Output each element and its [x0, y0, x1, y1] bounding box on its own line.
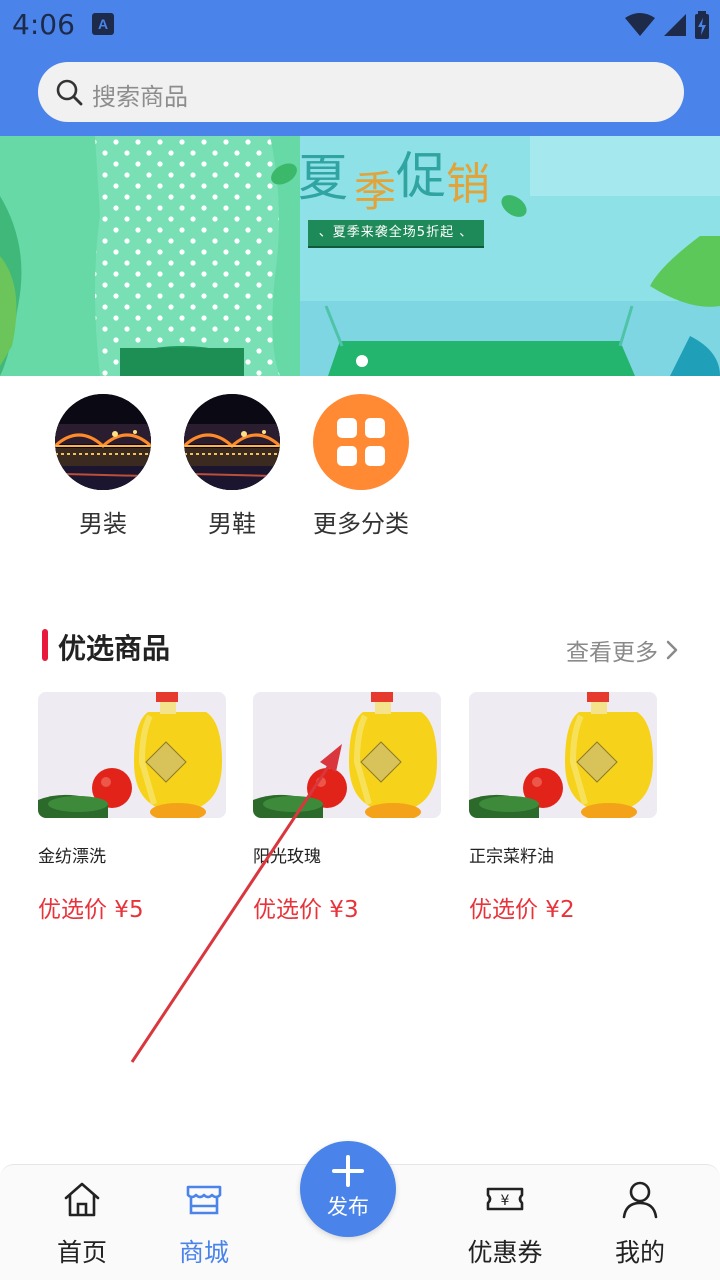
- category-row: 男装 男鞋 更多分类: [0, 376, 720, 546]
- promo-banner[interactable]: 夏 季 促 销 、夏季来袭全场5折起 、: [0, 136, 720, 376]
- banner-subtitle: 、夏季来袭全场5折起 、: [308, 220, 484, 246]
- category-item-mens-shoes[interactable]: 男鞋: [177, 394, 287, 544]
- product-name: 金纺漂洗: [38, 847, 106, 867]
- category-item-more[interactable]: 更多分类: [306, 394, 416, 544]
- product-image: [469, 692, 657, 818]
- status-icons: [624, 10, 710, 40]
- publish-button[interactable]: 发布: [300, 1141, 396, 1237]
- category-image: [55, 394, 151, 490]
- product-image: [38, 692, 226, 818]
- banner-title-char: 季: [354, 167, 397, 216]
- section-accent-bar: [42, 629, 48, 661]
- battery-charging-icon: [695, 11, 709, 39]
- coupon-icon: ¥: [486, 1187, 524, 1211]
- product-name: 阳光玫瑰: [253, 847, 321, 867]
- banner-title-char: 销: [446, 159, 490, 210]
- grid-icon: [337, 418, 385, 466]
- svg-text:¥: ¥: [501, 1193, 510, 1209]
- search-input[interactable]: 搜索商品: [38, 62, 684, 122]
- product-image: [253, 692, 441, 818]
- category-label: 男装: [79, 510, 127, 538]
- banner-title-char: 促: [396, 147, 446, 205]
- banner-page-indicator[interactable]: [356, 355, 368, 367]
- product-card[interactable]: 金纺漂洗 优选价 ¥5: [38, 692, 226, 932]
- nav-item-coupons[interactable]: ¥ 优惠券: [445, 1165, 565, 1280]
- nav-label: 首页: [56, 1238, 107, 1267]
- home-icon: [64, 1182, 100, 1217]
- category-image: [313, 394, 409, 490]
- view-more-link[interactable]: 查看更多: [566, 633, 678, 667]
- chevron-right-icon: [666, 640, 678, 660]
- product-card[interactable]: 阳光玫瑰 优选价 ¥3: [253, 692, 441, 932]
- status-time: 4:06: [12, 8, 75, 41]
- nav-label: 商城: [178, 1238, 229, 1267]
- a-icon: A: [92, 13, 114, 35]
- nav-item-profile[interactable]: 我的: [580, 1165, 700, 1280]
- search-icon: [56, 79, 83, 106]
- nav-label: 优惠券: [467, 1238, 543, 1267]
- product-price: 优选价 ¥5: [38, 897, 144, 923]
- signal-icon: [664, 14, 686, 36]
- banner-title-char: 夏: [298, 149, 348, 207]
- section-title: 优选商品: [58, 632, 171, 665]
- nav-item-home[interactable]: 首页: [22, 1165, 142, 1280]
- status-bar: 4:06 A: [0, 0, 720, 52]
- category-image: [184, 394, 280, 490]
- plus-icon: [332, 1155, 364, 1187]
- category-item-mens-clothing[interactable]: 男装: [48, 394, 158, 544]
- store-icon: [186, 1185, 222, 1215]
- header: 4:06 A 搜索商品: [0, 0, 720, 136]
- product-price: 优选价 ¥2: [469, 897, 575, 923]
- nav-label: 我的: [614, 1238, 665, 1267]
- category-label: 男鞋: [208, 510, 256, 538]
- product-card[interactable]: 正宗菜籽油 优选价 ¥2: [469, 692, 657, 932]
- product-name: 正宗菜籽油: [469, 847, 554, 867]
- view-more-label: 查看更多: [566, 640, 658, 666]
- user-icon: [622, 1181, 658, 1219]
- search-placeholder: 搜索商品: [92, 83, 188, 111]
- wifi-icon: [625, 13, 655, 36]
- product-price: 优选价 ¥3: [253, 897, 359, 923]
- category-label: 更多分类: [313, 510, 409, 538]
- publish-label: 发布: [327, 1195, 369, 1219]
- nav-item-store[interactable]: 商城: [144, 1165, 264, 1280]
